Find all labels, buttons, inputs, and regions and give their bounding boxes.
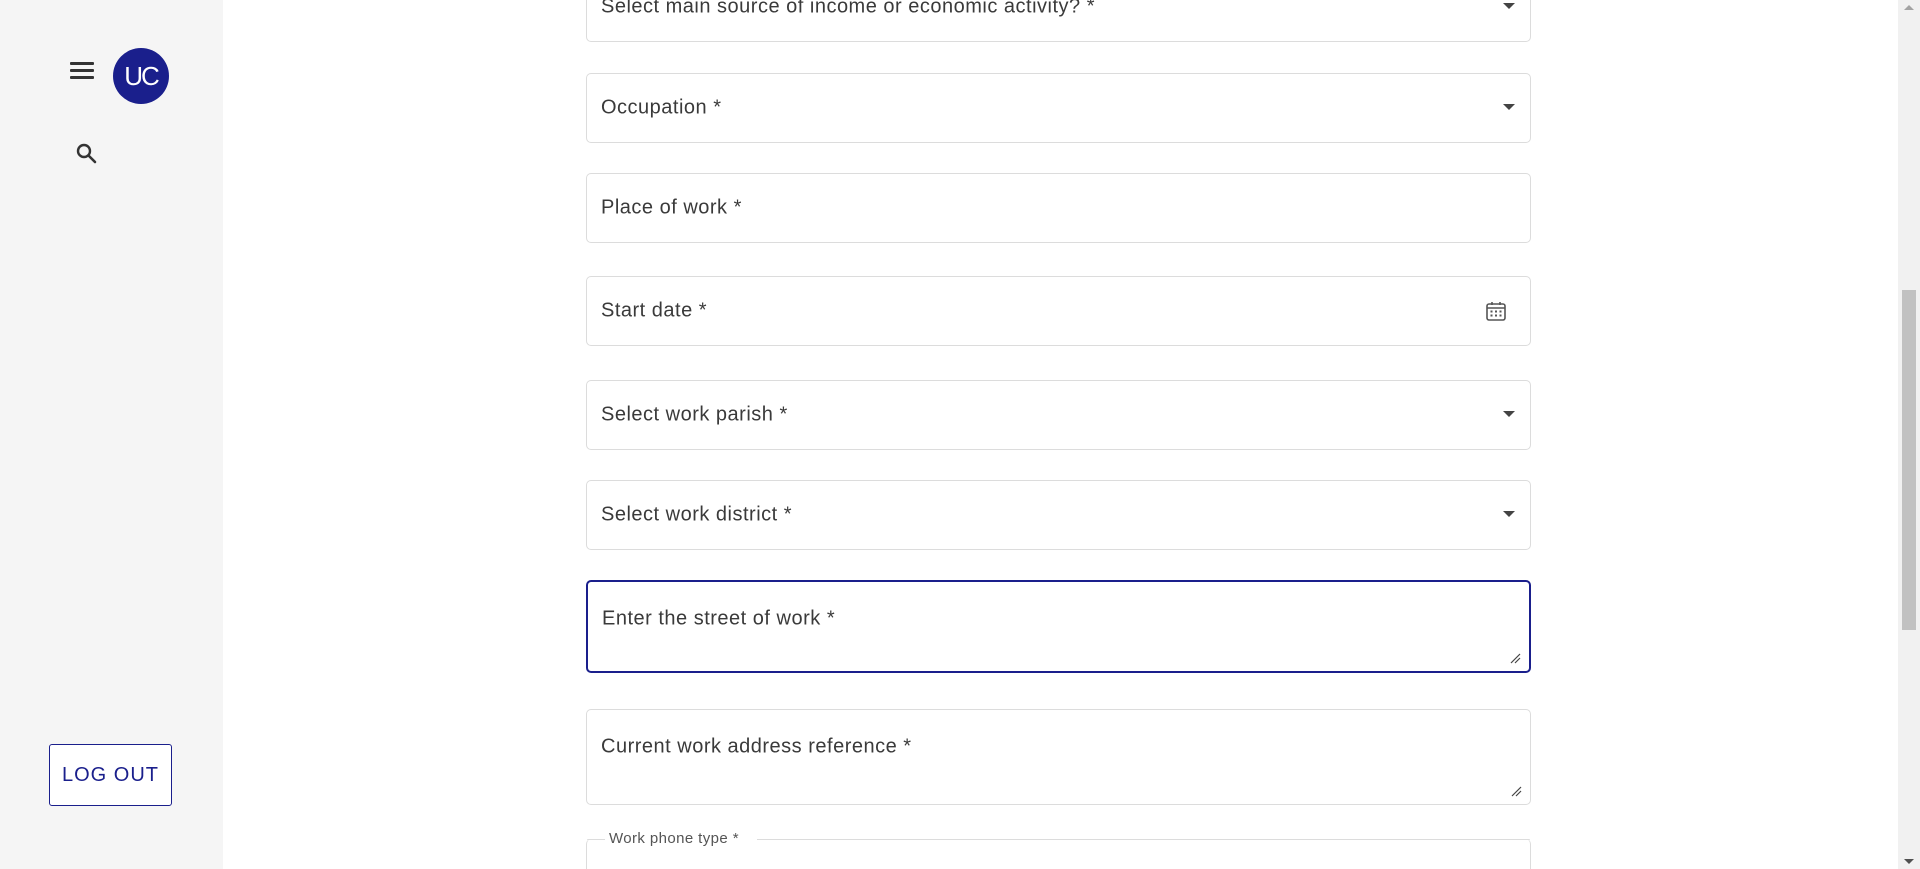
chevron-down-icon bbox=[1503, 511, 1515, 517]
income-source-select[interactable]: Select main source of income or economic… bbox=[586, 0, 1531, 42]
resize-handle-icon[interactable] bbox=[1509, 651, 1521, 664]
work-district-label: Select work district * bbox=[601, 503, 793, 526]
resize-handle-icon[interactable] bbox=[1510, 784, 1522, 797]
chevron-down-icon bbox=[1503, 104, 1515, 110]
income-source-label: Select main source of income or economic… bbox=[601, 0, 1095, 18]
main-form-area: Select main source of income or economic… bbox=[223, 0, 1900, 869]
calendar-icon[interactable] bbox=[1484, 299, 1508, 323]
occupation-select[interactable]: Occupation * bbox=[586, 73, 1531, 143]
work-address-reference-label: Current work address reference * bbox=[601, 735, 912, 758]
work-address-reference-textarea[interactable]: Current work address reference * bbox=[586, 709, 1531, 805]
work-parish-label: Select work parish * bbox=[601, 403, 788, 426]
work-phone-type-select[interactable]: Work phone type * bbox=[586, 830, 1531, 869]
occupation-label: Occupation * bbox=[601, 96, 722, 119]
work-parish-select[interactable]: Select work parish * bbox=[586, 380, 1531, 450]
scrollbar-thumb[interactable] bbox=[1902, 290, 1916, 630]
sidebar: UC LOG OUT bbox=[0, 0, 223, 869]
street-of-work-textarea[interactable]: Enter the street of work * bbox=[586, 580, 1531, 673]
work-district-select[interactable]: Select work district * bbox=[586, 480, 1531, 550]
work-phone-type-label: Work phone type * bbox=[605, 830, 743, 847]
hamburger-menu-icon[interactable] bbox=[70, 62, 96, 84]
field-outline bbox=[587, 839, 605, 840]
chevron-down-icon bbox=[1503, 411, 1515, 417]
field-outline bbox=[757, 839, 1530, 840]
app-root: UC LOG OUT Select main source of income … bbox=[0, 0, 1920, 869]
chevron-down-icon bbox=[1503, 3, 1515, 9]
logout-button[interactable]: LOG OUT bbox=[49, 744, 172, 806]
scroll-up-icon[interactable] bbox=[1904, 5, 1914, 10]
search-icon[interactable] bbox=[74, 141, 98, 165]
vertical-scrollbar[interactable] bbox=[1898, 0, 1920, 869]
place-of-work-label: Place of work * bbox=[601, 196, 742, 219]
street-of-work-label: Enter the street of work * bbox=[602, 607, 836, 630]
avatar[interactable]: UC bbox=[113, 48, 169, 104]
start-date-input[interactable]: Start date * bbox=[586, 276, 1531, 346]
scroll-down-icon[interactable] bbox=[1904, 859, 1914, 864]
place-of-work-input[interactable]: Place of work * bbox=[586, 173, 1531, 243]
start-date-label: Start date * bbox=[601, 299, 708, 322]
